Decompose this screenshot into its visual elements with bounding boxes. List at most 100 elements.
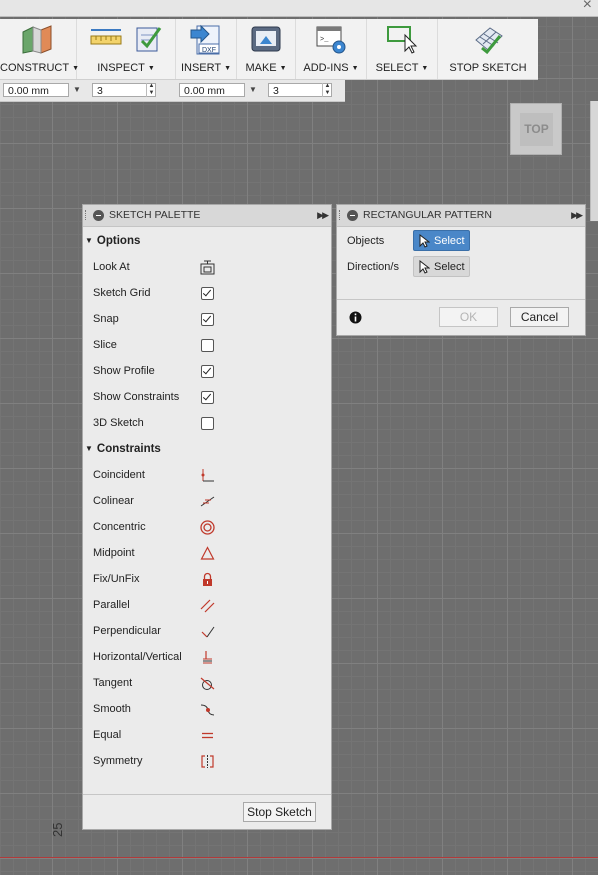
rectangular-pattern-header[interactable]: RECTANGULAR PATTERN ▶▶ <box>337 205 585 227</box>
toolbar-construct[interactable]: CONSTRUCT ▼ <box>0 19 79 79</box>
constraint-concentric[interactable]: Concentric <box>93 517 323 537</box>
chevron-down-icon: ▼ <box>351 65 359 72</box>
slice-checkbox[interactable] <box>201 339 214 352</box>
collapse-icon[interactable] <box>347 210 358 221</box>
constraint-label: Equal <box>93 729 122 741</box>
symmetry-icon <box>201 755 214 768</box>
constraint-label: Fix/UnFix <box>93 573 140 585</box>
window-title-bar: × <box>0 0 598 17</box>
expand-arrows-icon[interactable]: ▶▶ <box>571 205 583 226</box>
drag-handle-icon[interactable] <box>339 210 342 220</box>
constraint-colinear[interactable]: Colinear <box>93 491 323 511</box>
option-label: 3D Sketch <box>93 417 144 429</box>
toolbar-stop-sketch[interactable]: STOP SKETCH <box>438 19 538 79</box>
info-icon[interactable] <box>349 311 362 324</box>
spinner-arrows-icon[interactable]: ▲ ▼ <box>322 83 332 97</box>
zebra-analysis-icon <box>136 27 162 52</box>
toolbar-make[interactable]: MAKE ▼ <box>237 19 296 79</box>
chevron-down-icon: ▼ <box>147 65 155 72</box>
tangent-icon <box>200 677 215 690</box>
option-look-at[interactable]: Look At <box>93 257 323 277</box>
constraint-perpendicular[interactable]: Perpendicular <box>93 621 323 641</box>
look-at-icon[interactable] <box>200 260 215 275</box>
toolbar-select[interactable]: SELECT ▼ <box>367 19 438 79</box>
chevron-down-icon: ▼ <box>224 65 232 72</box>
stop-sketch-icon <box>475 27 503 54</box>
stop-sketch-button[interactable]: Stop Sketch <box>243 802 316 822</box>
constraint-equal[interactable]: Equal <box>93 725 323 745</box>
constraint-tangent[interactable]: Tangent <box>93 673 323 693</box>
3d-sketch-checkbox[interactable] <box>201 417 214 430</box>
constraints-section-header[interactable]: ▼ Constraints <box>85 443 161 455</box>
cursor-arrow-icon <box>419 260 430 274</box>
show-constraints-checkbox[interactable] <box>201 391 214 404</box>
grid-axis-number: 25 <box>50 822 65 837</box>
show-profile-checkbox[interactable] <box>201 365 214 378</box>
chevron-down-icon: ▼ <box>85 444 93 453</box>
constraint-label: Colinear <box>93 495 134 507</box>
view-cube-top-face[interactable]: TOP <box>520 113 553 146</box>
toolbar-insert[interactable]: DXF INSERT ▼ <box>176 19 237 79</box>
main-toolbar: CONSTRUCT ▼ INSPECT ▼ DXF INSERT ▼ MAKE … <box>0 19 538 80</box>
constraint-midpoint[interactable]: Midpoint <box>93 543 323 563</box>
toolbar-stop-sketch-label: STOP SKETCH <box>449 62 527 74</box>
option-label: Slice <box>93 339 117 351</box>
direction-select-button[interactable]: Select <box>413 256 470 277</box>
cursor-arrow-icon <box>419 234 430 248</box>
option-show-constraints[interactable]: Show Constraints <box>93 387 323 407</box>
concentric-icon <box>200 520 215 535</box>
objects-select-label: Select <box>434 235 465 247</box>
option-3d-sketch[interactable]: 3D Sketch <box>93 413 323 433</box>
distance-input-2[interactable]: 0.00 mm <box>179 83 245 97</box>
sketch-palette-panel: SKETCH PALETTE ▶▶ ▼ Options Look At Sketc… <box>82 204 332 830</box>
horizontal-vertical-icon <box>203 651 212 664</box>
side-scroll-strip[interactable] <box>590 101 598 221</box>
objects-label: Objects <box>347 235 385 247</box>
objects-select-button[interactable]: Select <box>413 230 470 251</box>
constraint-label: Horizontal/Vertical <box>93 651 182 663</box>
constraint-label: Midpoint <box>93 547 135 559</box>
toolbar-add-ins[interactable]: >_ ADD-INS ▼ <box>296 19 367 79</box>
option-show-profile[interactable]: Show Profile <box>93 361 323 381</box>
sketch-grid-checkbox[interactable] <box>201 287 214 300</box>
constraint-coincident[interactable]: Coincident <box>93 465 323 485</box>
constraint-symmetry[interactable]: Symmetry <box>93 751 323 771</box>
svg-text:>_: >_ <box>320 36 329 44</box>
spinner-arrows-icon[interactable]: ▲ ▼ <box>146 83 156 97</box>
close-icon[interactable]: × <box>583 0 592 14</box>
constraint-label: Coincident <box>93 469 145 481</box>
constraint-horizontal-vertical[interactable]: Horizontal/Vertical <box>93 647 323 667</box>
option-sketch-grid[interactable]: Sketch Grid <box>93 283 323 303</box>
toolbar-make-label: MAKE <box>245 62 277 74</box>
options-section-header[interactable]: ▼ Options <box>85 235 140 247</box>
constraint-label: Smooth <box>93 703 131 715</box>
sketch-palette-header[interactable]: SKETCH PALETTE ▶▶ <box>83 205 331 227</box>
ok-button[interactable]: OK <box>439 307 498 327</box>
chevron-down-icon[interactable]: ▼ <box>73 83 81 97</box>
toolbar-insert-label: INSERT <box>180 62 222 74</box>
toolbar-inspect[interactable]: INSPECT ▼ <box>77 19 176 79</box>
chevron-down-icon[interactable]: ▼ <box>249 83 257 97</box>
rectangular-pattern-footer: OK Cancel <box>337 299 585 335</box>
view-cube[interactable]: TOP <box>510 103 562 155</box>
sketch-palette-title: SKETCH PALETTE <box>109 209 201 221</box>
drag-handle-icon[interactable] <box>85 210 88 220</box>
fix-lock-icon <box>203 572 212 586</box>
chevron-down-icon: ▼ <box>421 65 429 72</box>
constraint-fix-unfix[interactable]: Fix/UnFix <box>93 569 323 589</box>
snap-checkbox[interactable] <box>201 313 214 326</box>
distance-input-1[interactable]: 0.00 mm <box>3 83 69 97</box>
option-snap[interactable]: Snap <box>93 309 323 329</box>
3d-print-icon <box>251 26 281 52</box>
option-slice[interactable]: Slice <box>93 335 323 355</box>
collapse-icon[interactable] <box>93 210 104 221</box>
toolbar-select-label: SELECT <box>375 62 419 74</box>
coincident-icon <box>201 469 214 482</box>
parallel-icon <box>200 599 215 613</box>
scripts-addins-icon: >_ <box>316 26 346 54</box>
expand-arrows-icon[interactable]: ▶▶ <box>317 205 329 226</box>
constraint-smooth[interactable]: Smooth <box>93 699 323 719</box>
cancel-button[interactable]: Cancel <box>510 307 569 327</box>
constraint-label: Symmetry <box>93 755 143 767</box>
constraint-parallel[interactable]: Parallel <box>93 595 323 615</box>
